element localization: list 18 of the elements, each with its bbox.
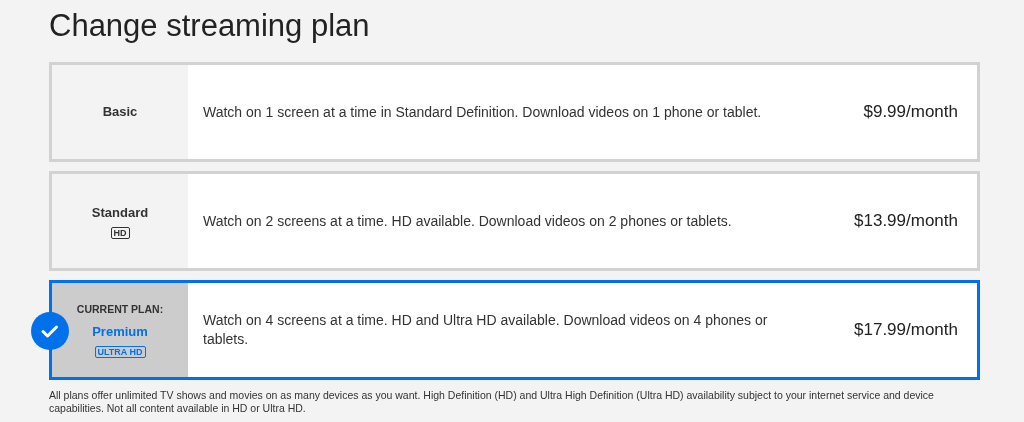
footnote: All plans offer unlimited TV shows and movies on as many devices as you want. High Definition (HD) and Ultra High Definition (Ultra HD) availability subject to your internet service and device capabilities. Not all content available in HD or Ultra HD.	[49, 389, 935, 415]
quality-badge: ULTRA HD	[94, 345, 146, 358]
plan-card[interactable]: CURRENT PLAN: Premium ULTRA HD Watch on 4 screens at a time. HD and Ultra HD available. Download videos on 4 phones or tablets. $17.99/month	[49, 280, 980, 380]
plan-card[interactable]: Basic Watch on 1 screen at a time in Standard Definition. Download videos on 1 phone or tablet. $9.99/month	[49, 62, 980, 162]
plan-name: Standard	[91, 204, 149, 223]
plan-description: Watch on 1 screen at a time in Standard Definition. Download videos on 1 phone or tablet.	[203, 102, 763, 122]
plan-price: $17.99/month	[854, 319, 958, 342]
plan-name: Premium	[92, 323, 148, 342]
plan-price: $9.99/month	[863, 101, 958, 124]
plan-price: $13.99/month	[854, 210, 958, 233]
quality-badge: HD	[110, 226, 130, 239]
plan-card[interactable]: Standard HD Watch on 2 screens at a time. HD available. Download videos on 2 phones or tablets. $13.99/month	[49, 171, 980, 271]
plan-description: Watch on 4 screens at a time. HD and Ultra HD available. Download videos on 4 phones or tablets.	[203, 311, 769, 349]
plan-description: Watch on 2 screens at a time. HD available. Download videos on 2 phones or tablets.	[203, 211, 733, 231]
current-plan-label: CURRENT PLAN:	[76, 302, 164, 318]
plan-name: Basic	[102, 103, 138, 122]
page-title: Change streaming plan	[49, 7, 370, 45]
checkmark-icon	[31, 312, 69, 350]
